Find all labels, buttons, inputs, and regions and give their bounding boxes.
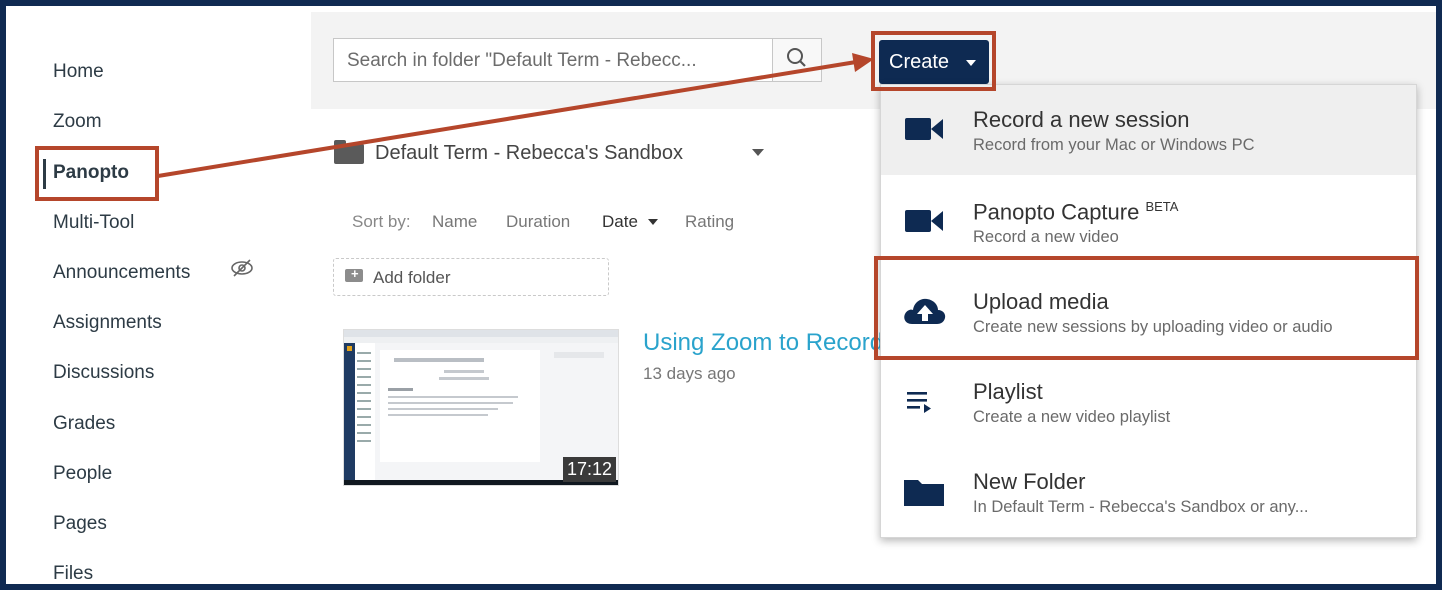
annotation-arrow [157, 53, 874, 178]
screenshot-frame: Home Zoom Panopto Multi-Tool Announcemen… [0, 0, 1442, 590]
